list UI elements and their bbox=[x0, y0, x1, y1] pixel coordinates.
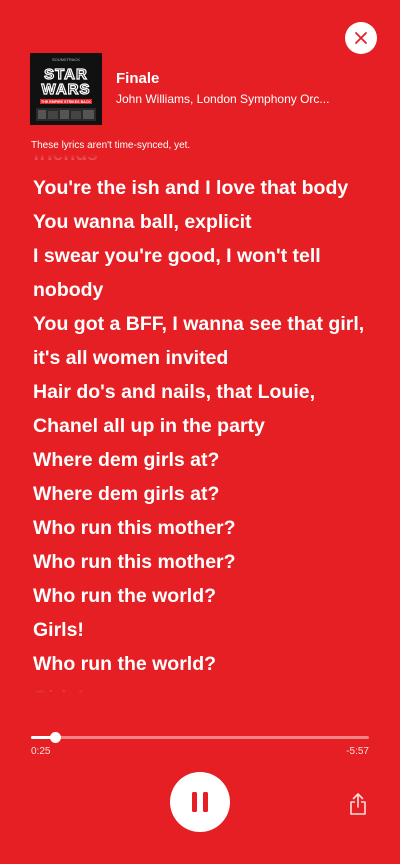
lyric-line: Where dem girls at? bbox=[33, 483, 220, 505]
track-title: Finale bbox=[116, 70, 160, 87]
album-art-subtitle: THE EMPIRE STRIKES BACK bbox=[41, 100, 91, 104]
lyric-line: Chanel all up in the party bbox=[33, 415, 265, 437]
lyrics-scroll-area[interactable]: friends You're the ish and I love that bo… bbox=[0, 152, 400, 702]
lyric-line: Girls! bbox=[33, 687, 84, 702]
lyric-line: Where dem girls at? bbox=[33, 449, 220, 471]
lyrics-list: friends You're the ish and I love that bo… bbox=[33, 152, 383, 702]
lyric-line: nobody bbox=[33, 279, 104, 301]
share-icon bbox=[350, 793, 366, 815]
track-artist: John Williams, London Symphony Orc... bbox=[116, 92, 330, 106]
lyric-line: friends bbox=[33, 152, 99, 165]
remaining-time: -5:57 bbox=[346, 746, 369, 757]
lyric-line: You got a BFF, I wanna see that girl, bbox=[33, 313, 365, 335]
album-art: SOUNDTRACK STAR WARS THE EMPIRE STRIKES … bbox=[30, 53, 102, 125]
lyric-line: You wanna ball, explicit bbox=[33, 211, 252, 233]
lyric-line: Who run this mother? bbox=[33, 517, 236, 539]
lyric-line: Hair do's and nails, that Louie, bbox=[33, 381, 316, 403]
pause-icon bbox=[192, 792, 208, 812]
progress-bar[interactable] bbox=[31, 732, 369, 743]
close-button[interactable] bbox=[345, 22, 377, 54]
share-button[interactable] bbox=[347, 791, 369, 817]
lyrics-sync-note: These lyrics aren't time-synced, yet. bbox=[31, 140, 191, 151]
lyric-line: I swear you're good, I won't tell bbox=[33, 245, 321, 267]
lyric-line: it's all women invited bbox=[33, 347, 229, 369]
album-art-logo-bottom: WARS bbox=[42, 81, 91, 98]
lyric-line: Girls! bbox=[33, 619, 84, 641]
lyric-line: Who run the world? bbox=[33, 585, 217, 607]
lyric-line: Who run the world? bbox=[33, 653, 217, 675]
play-pause-button[interactable] bbox=[170, 772, 230, 832]
close-icon bbox=[355, 32, 367, 44]
lyric-line: You're the ish and I love that body bbox=[33, 177, 349, 199]
progress-thumb[interactable] bbox=[49, 732, 61, 743]
elapsed-time: 0:25 bbox=[31, 746, 51, 757]
lyric-line: Who run this mother? bbox=[33, 551, 236, 573]
album-art-header: SOUNDTRACK bbox=[52, 57, 80, 62]
